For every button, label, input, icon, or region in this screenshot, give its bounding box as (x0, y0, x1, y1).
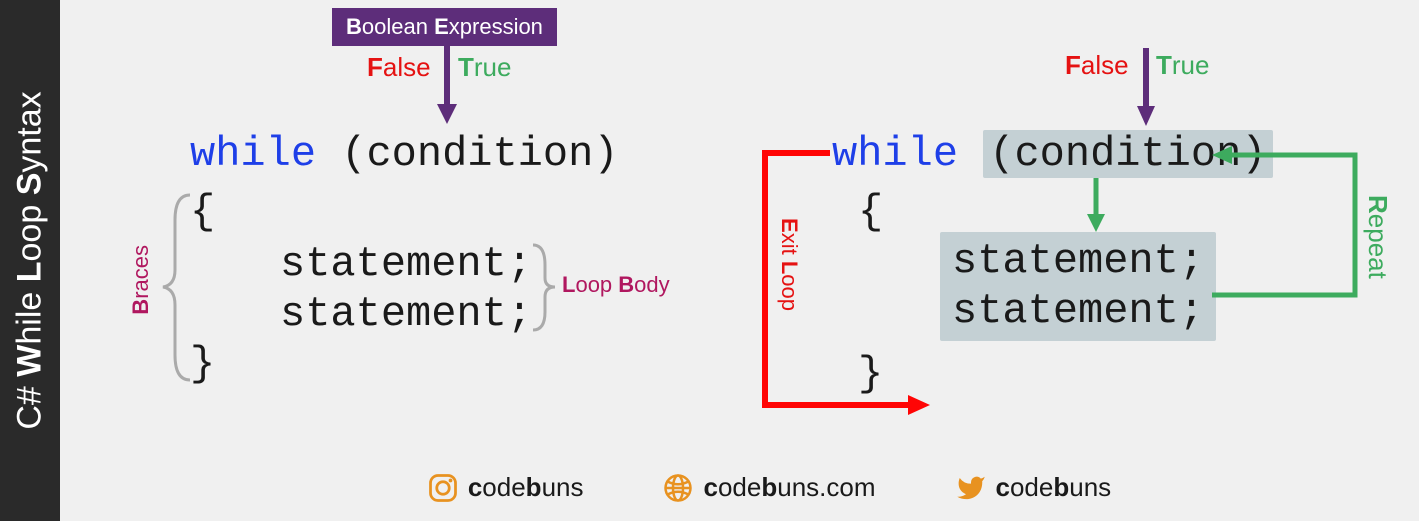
statement2-left: statement; (280, 288, 532, 341)
statement2-right: statement; (952, 286, 1204, 336)
false-label-left: False (367, 52, 431, 83)
braces-bracket-icon (155, 190, 195, 385)
footer: codebuns codebuns.com codebuns (120, 472, 1419, 503)
body-bracket-icon (530, 240, 560, 335)
sidebar-title: C# While Loop Syntax (11, 91, 50, 429)
arrow-green-down-icon (1084, 178, 1108, 234)
false-label-right: False (1065, 50, 1129, 81)
instagram-icon (428, 473, 458, 503)
braces-label: Braces (128, 245, 154, 315)
condition-text: (condition) (341, 130, 618, 178)
exit-arrow-icon (740, 145, 940, 425)
true-label-left: True (458, 52, 511, 83)
true-label-right: True (1156, 50, 1209, 81)
social-instagram: codebuns (428, 472, 584, 503)
twitter-text: codebuns (996, 472, 1112, 503)
globe-icon (663, 473, 693, 503)
repeat-label: Repeat (1362, 195, 1393, 279)
web-text: codebuns.com (703, 472, 875, 503)
social-twitter: codebuns (956, 472, 1112, 503)
exit-loop-label: Exit Loop (776, 218, 802, 311)
code-left: while (condition) (190, 128, 619, 181)
repeat-arrow-icon (1200, 140, 1380, 310)
arrow-down-icon (435, 44, 459, 124)
sidebar: C# While Loop Syntax (0, 0, 60, 521)
instagram-text: codebuns (468, 472, 584, 503)
loop-body-label: Loop Body (562, 272, 670, 298)
statements-block-right: statement; statement; (940, 232, 1216, 341)
boolean-expression-badge: Boolean Expression (332, 8, 557, 46)
statement1-left: statement; (280, 238, 532, 291)
social-web: codebuns.com (663, 472, 875, 503)
arrow-down-right-icon (1136, 48, 1156, 126)
main-content: Boolean Expression False True while (con… (60, 0, 1419, 521)
twitter-icon (956, 473, 986, 503)
statement1-right: statement; (952, 236, 1204, 286)
while-keyword: while (190, 130, 316, 178)
